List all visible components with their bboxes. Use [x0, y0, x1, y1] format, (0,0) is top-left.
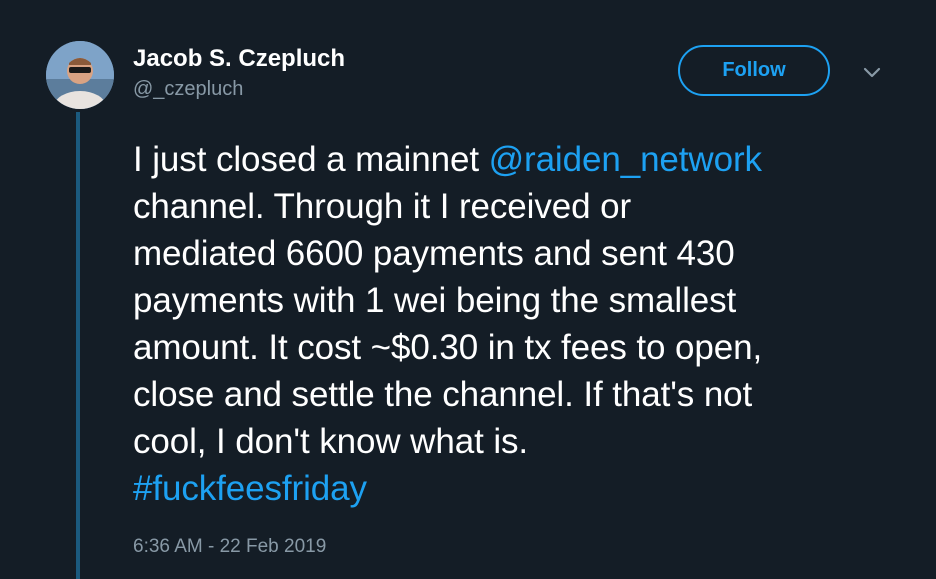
follow-button[interactable]: Follow [678, 45, 830, 96]
tweet-line: #fuckfeesfriday [133, 465, 923, 512]
hashtag-link[interactable]: #fuckfeesfriday [133, 469, 367, 508]
chevron-down-icon[interactable] [860, 64, 884, 82]
tweet-timestamp[interactable]: 6:36 AM - 22 Feb 2019 [133, 536, 326, 558]
author-name[interactable]: Jacob S. Czepluch [133, 44, 345, 74]
profile-photo-icon [46, 41, 114, 109]
tweet-line: channel. Through it I received or [133, 187, 632, 226]
avatar[interactable] [46, 41, 114, 109]
tweet-line: cool, I don't know what is. [133, 422, 529, 461]
tweet-line: payments with 1 wei being the smallest [133, 281, 737, 320]
tweet-line: mediated 6600 payments and sent 430 [133, 234, 735, 273]
tweet-text: I just closed a mainnet @raiden_network … [133, 136, 923, 512]
tweet-line: close and settle the channel. If that's … [133, 375, 753, 414]
tweet-line: I just closed a mainnet @raiden_network [133, 136, 923, 183]
author-handle[interactable]: @_czepluch [133, 76, 345, 102]
author-block: Jacob S. Czepluch @_czepluch [133, 44, 345, 102]
mention-link[interactable]: @raiden_network [489, 140, 762, 179]
thread-connector-line [76, 112, 80, 579]
tweet-line: amount. It cost ~$0.30 in tx fees to ope… [133, 328, 763, 367]
tweet-text-segment: I just closed a mainnet [133, 140, 489, 179]
